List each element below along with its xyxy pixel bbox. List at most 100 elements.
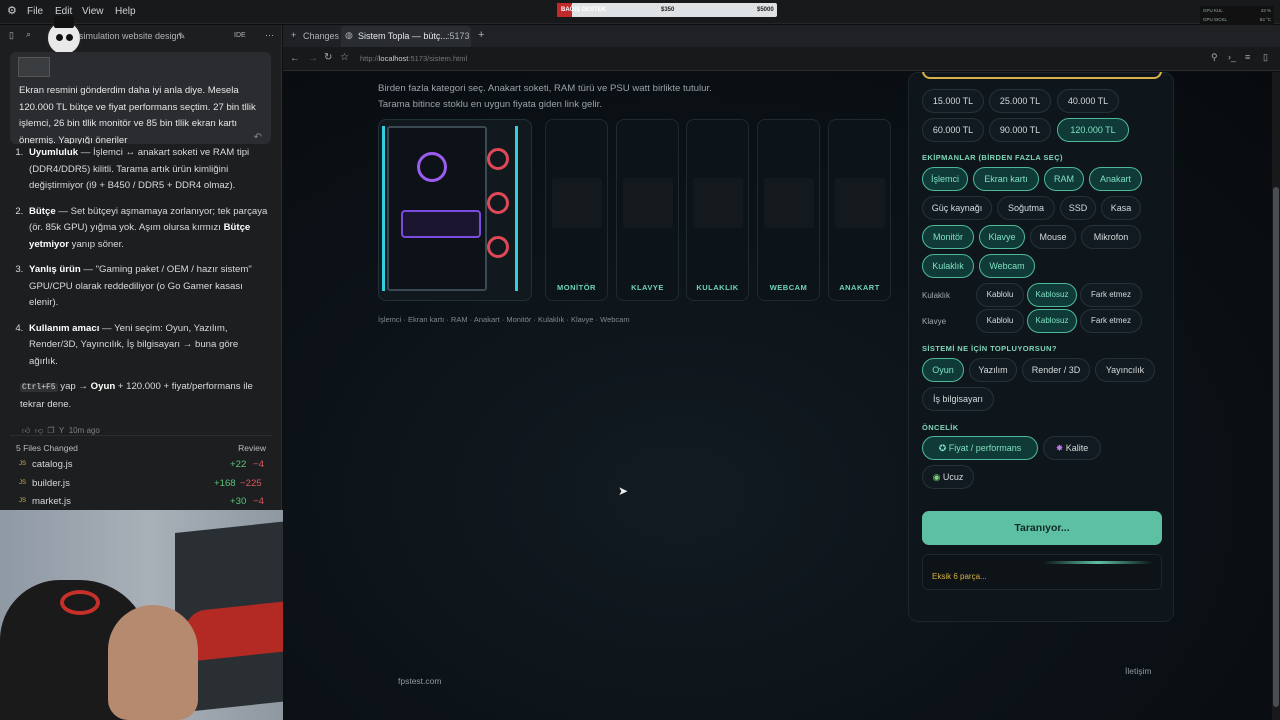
headset-wireless[interactable]: Kablosuz [1027, 283, 1077, 307]
add-icon[interactable]: + [291, 30, 296, 40]
equip-ram[interactable]: RAM [1044, 167, 1084, 191]
equip-microphone[interactable]: Mikrofon [1081, 225, 1141, 249]
tab-active[interactable]: ◍ Sistem Topla — bütç... :5173 [341, 26, 471, 47]
monitor-image [552, 178, 602, 228]
priority-quality[interactable]: ✸ Kalite [1043, 436, 1101, 460]
keyboard-image [623, 178, 673, 228]
copy-icon[interactable]: ❐ [47, 426, 54, 435]
equip-ssd[interactable]: SSD [1060, 196, 1096, 220]
budget-60000[interactable]: 60.000 TL [922, 118, 984, 142]
priority-cheap[interactable]: ◉ Ucuz [922, 465, 974, 489]
donation-label: BAĞIŞ DESTEK [561, 7, 607, 13]
sidebar-icon[interactable]: ▯ [1263, 52, 1268, 63]
tile-keyboard[interactable]: KLAVYE [616, 119, 679, 301]
user-message: Ekran resmini gönderdim daha iyi anla di… [10, 52, 271, 144]
equip-keyboard[interactable]: Klavye [979, 225, 1025, 249]
menu-help[interactable]: Help [115, 6, 136, 17]
purpose-software[interactable]: Yazılım [969, 358, 1017, 382]
attachment-thumbnail[interactable] [18, 57, 50, 77]
tile-webcam[interactable]: WEBCAM [757, 119, 820, 301]
menu-icon[interactable]: ≡ [1245, 52, 1250, 62]
equip-motherboard[interactable]: Anakart [1089, 167, 1142, 191]
files-header: 5 Files Changed Review [10, 435, 272, 459]
pc-case-image[interactable] [378, 119, 532, 301]
equip-cpu[interactable]: İşlemci [922, 167, 968, 191]
menu-file[interactable]: File [27, 6, 43, 17]
address-bar: ← → ↻ ☆ http://localhost:5173/sistem.htm… [283, 47, 1280, 71]
new-tab-icon[interactable]: + [478, 29, 484, 41]
edit-icon[interactable]: ✎ [178, 31, 186, 42]
terminal-icon[interactable]: ›_ [1228, 52, 1236, 62]
scan-status-box: Eksik 6 parça... [922, 554, 1162, 590]
webcam-image [764, 178, 814, 228]
headset-wired[interactable]: Kablolu [976, 283, 1024, 307]
mouse-cursor: ➤ [618, 484, 629, 498]
url-field[interactable]: http://localhost:5173/sistem.html [360, 54, 467, 63]
configurator-panel: 15.000 TL 25.000 TL 40.000 TL 60.000 TL … [908, 72, 1174, 622]
priority-price-performance[interactable]: ✪ Fiyat / performans [922, 436, 1038, 460]
equip-gpu[interactable]: Ekran kartı [973, 167, 1039, 191]
equip-webcam[interactable]: Webcam [979, 254, 1035, 278]
chat-tab-bar: ▯ ⌕ simulation website design ✎ IDE ⋯ [0, 16, 281, 56]
footer-contact-link[interactable]: İletişim [1125, 666, 1151, 676]
equip-case[interactable]: Kasa [1101, 196, 1141, 220]
keyboard-wireless[interactable]: Kablosuz [1027, 309, 1077, 333]
equip-mouse[interactable]: Mouse [1030, 225, 1076, 249]
headset-any[interactable]: Fark etmez [1080, 283, 1142, 307]
donation-current: $350 [661, 7, 675, 13]
file-row[interactable]: JS builder.js +168 −225 [10, 478, 272, 497]
ide-button[interactable]: IDE [234, 32, 246, 39]
equip-cooling[interactable]: Soğutma [997, 196, 1055, 220]
files-changed: 5 Files Changed Review JS catalog.js +22 −4… [10, 435, 272, 515]
purpose-gaming[interactable]: Oyun [922, 358, 964, 382]
search-icon[interactable]: ⌕ [26, 29, 31, 40]
scan-button[interactable]: Taranıyor... [922, 511, 1162, 545]
gpu-usage-label: GPU KUL [1203, 8, 1223, 13]
undo-icon[interactable]: ↶ [254, 130, 262, 145]
purpose-title: SİSTEMİ NE İÇİN TOPLUYORSUN? [922, 344, 1057, 353]
list-item: Kullanım amacı — Yeni seçim: Oyun, Yazıl… [26, 321, 268, 371]
keyboard-wired[interactable]: Kablolu [976, 309, 1024, 333]
budget-input-field[interactable] [922, 72, 1162, 79]
branch-icon[interactable]: Y [59, 426, 64, 435]
purpose-streaming[interactable]: Yayıncılık [1095, 358, 1155, 382]
footer-site-link[interactable]: fpstest.com [398, 676, 441, 686]
page-scrollbar[interactable] [1272, 72, 1280, 720]
purpose-office[interactable]: İş bilgisayarı [922, 387, 994, 411]
equip-psu[interactable]: Güç kaynağı [922, 196, 992, 220]
extensions-icon[interactable]: ⚲ [1211, 52, 1218, 63]
tile-headset[interactable]: KULAKLIK [686, 119, 749, 301]
budget-90000[interactable]: 90.000 TL [989, 118, 1051, 142]
budget-40000[interactable]: 40.000 TL [1057, 89, 1119, 113]
budget-25000[interactable]: 25.000 TL [989, 89, 1051, 113]
forward-icon[interactable]: → [308, 53, 318, 64]
files-count: 5 Files Changed [16, 443, 78, 453]
tile-monitor[interactable]: MONİTÖR [545, 119, 608, 301]
file-row[interactable]: JS catalog.js +22 −4 [10, 459, 272, 478]
thumbs-down-icon[interactable]: 👎︎ [35, 426, 43, 435]
keyboard-any[interactable]: Fark etmez [1080, 309, 1142, 333]
purpose-render[interactable]: Render / 3D [1022, 358, 1090, 382]
shortcut-key: Ctrl+F5 [20, 383, 58, 392]
back-icon[interactable]: ← [290, 53, 300, 64]
bookmark-icon[interactable]: ☆ [340, 52, 349, 63]
budget-120000[interactable]: 120.000 TL [1057, 118, 1129, 142]
review-button[interactable]: Review [238, 443, 266, 453]
sidebar-toggle-icon[interactable]: ▯ [9, 30, 14, 41]
reload-icon[interactable]: ↻ [324, 52, 332, 63]
menu-view[interactable]: View [82, 6, 104, 17]
tile-motherboard[interactable]: ANAKART [828, 119, 891, 301]
donation-goal: $5000 [757, 7, 774, 13]
thumbs-up-icon[interactable]: 👍︎ [22, 426, 30, 435]
equip-monitor[interactable]: Monitör [922, 225, 974, 249]
more-icon[interactable]: ⋯ [265, 30, 274, 41]
message-time: 10m ago [68, 426, 100, 435]
assistant-answer: Uyumluluk — İşlemci ↔ anakart soketi ve … [14, 145, 268, 440]
app-icon[interactable]: ⚙ [7, 4, 17, 17]
equip-headset[interactable]: Kulaklık [922, 254, 974, 278]
scrollbar-thumb[interactable] [1273, 187, 1279, 707]
keyboard-conn-label: Klavye [922, 317, 947, 326]
chat-title[interactable]: simulation website design [79, 31, 182, 41]
budget-15000[interactable]: 15.000 TL [922, 89, 984, 113]
tab-changes[interactable]: Changes [303, 31, 339, 41]
